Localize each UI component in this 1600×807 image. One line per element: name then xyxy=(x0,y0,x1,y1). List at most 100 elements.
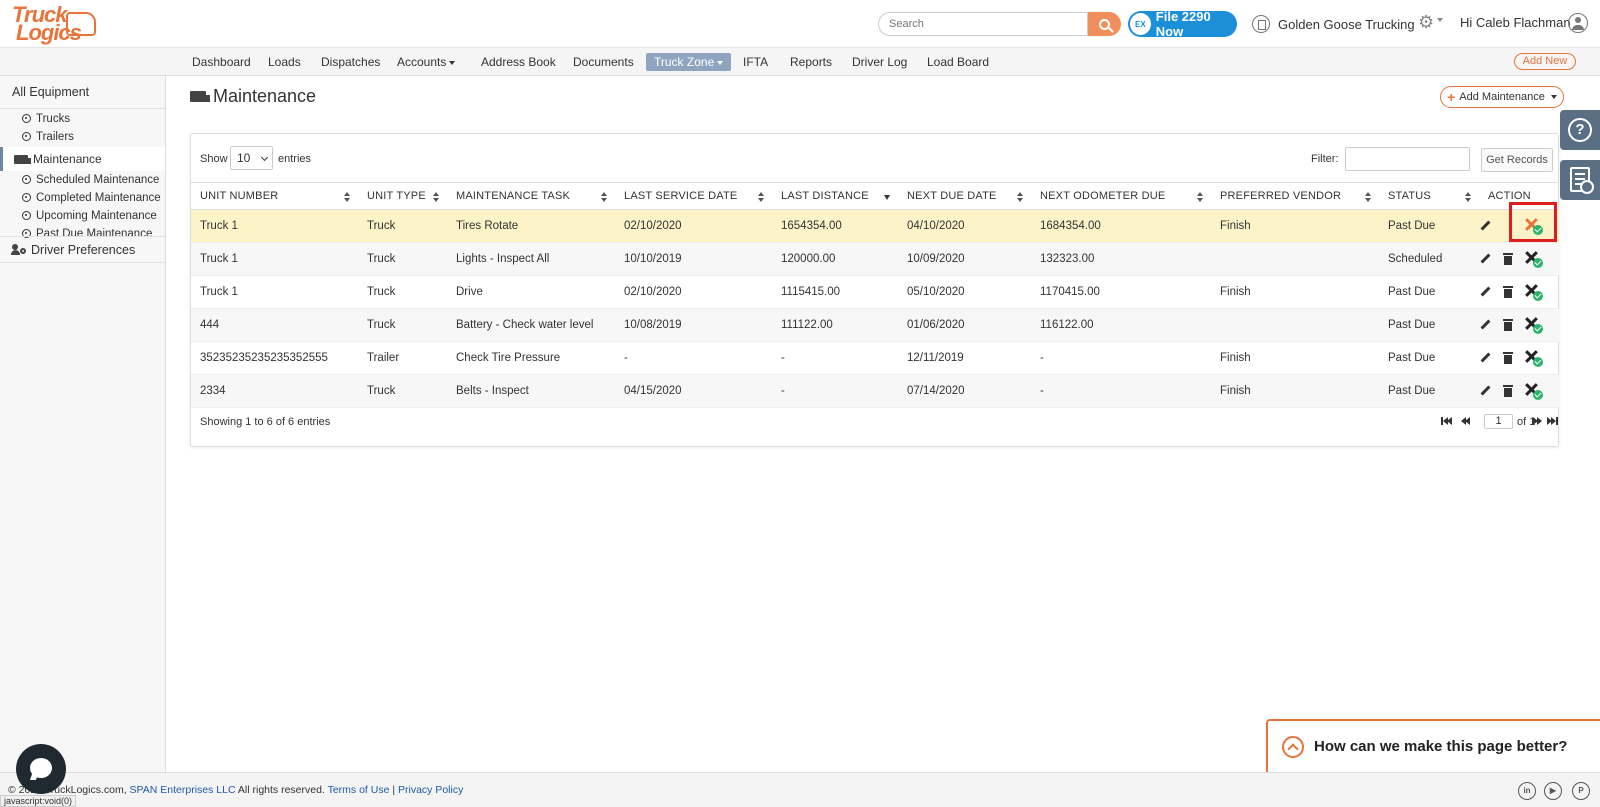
delete-icon[interactable] xyxy=(1503,253,1513,265)
add-maintenance-button[interactable]: + Add Maintenance xyxy=(1440,86,1564,108)
col-unit-number[interactable]: UNIT NUMBER xyxy=(191,182,358,210)
cell-preferred-vendor: Finish xyxy=(1211,374,1379,408)
nav-driver-log[interactable]: Driver Log xyxy=(844,53,915,71)
user-avatar-icon[interactable] xyxy=(1568,13,1588,33)
nav-load-board[interactable]: Load Board xyxy=(919,53,997,71)
truck-icon xyxy=(190,91,210,102)
span-enterprises-link[interactable]: SPAN Enterprises LLC xyxy=(130,784,236,796)
entries-value: 10 xyxy=(237,151,251,165)
col-status[interactable]: STATUS xyxy=(1379,182,1479,210)
sidebar-item-scheduled[interactable]: Scheduled Maintenance xyxy=(0,171,165,189)
col-maintenance-task[interactable]: MAINTENANCE TASK xyxy=(447,182,615,210)
history-button[interactable] xyxy=(1560,160,1600,200)
cell-last-distance: 1654354.00 xyxy=(772,209,898,243)
gear-icon[interactable]: ⚙ xyxy=(1418,12,1434,33)
delete-icon[interactable] xyxy=(1503,319,1513,331)
cell-last-service-date: 02/10/2020 xyxy=(615,209,772,243)
chevron-down-icon[interactable] xyxy=(1437,18,1443,22)
trucklogics-logo[interactable]: Truck Logics xyxy=(10,4,96,44)
chat-bubble-icon xyxy=(30,758,52,778)
delete-icon[interactable] xyxy=(1503,286,1513,298)
table-row: Truck 1 Truck Lights - Inspect All 10/10/20… xyxy=(191,242,1559,276)
sidebar-item-trucks[interactable]: Trucks xyxy=(0,110,165,128)
cell-next-odometer-due: 1170415.00 xyxy=(1031,275,1211,309)
question-icon: ? xyxy=(1568,118,1592,142)
last-page-button[interactable] xyxy=(1547,414,1559,428)
pinterest-icon[interactable]: P xyxy=(1572,782,1590,800)
cell-unit-number: Truck 1 xyxy=(191,242,358,276)
col-unit-type[interactable]: UNIT TYPE xyxy=(358,182,447,210)
nav-truck-zone[interactable]: Truck Zone xyxy=(646,53,732,71)
help-button[interactable]: ? xyxy=(1560,110,1600,150)
main-nav: Dashboard Loads Dispatches Accounts Addr… xyxy=(0,48,1600,76)
nav-documents[interactable]: Documents xyxy=(565,53,642,71)
nav-dispatches[interactable]: Dispatches xyxy=(313,53,388,71)
col-next-odometer-due[interactable]: NEXT ODOMETER DUE xyxy=(1031,182,1211,210)
next-page-button[interactable] xyxy=(1533,414,1543,428)
edit-icon[interactable] xyxy=(1479,220,1491,232)
nav-address-book[interactable]: Address Book xyxy=(473,53,564,71)
complete-maintenance-icon[interactable] xyxy=(1523,348,1543,368)
cell-actions xyxy=(1479,275,1559,309)
add-new-button[interactable]: Add New xyxy=(1514,53,1576,70)
terms-link[interactable]: Terms of Use xyxy=(328,784,390,796)
cell-unit-number: Truck 1 xyxy=(191,209,358,243)
get-records-button[interactable]: Get Records xyxy=(1481,148,1553,172)
footer-text: © 2020 TruckLogics.com, SPAN Enterprises… xyxy=(8,784,463,796)
table-row: Truck 1 Truck Tires Rotate 02/10/2020 165435… xyxy=(191,209,1559,243)
edit-icon[interactable] xyxy=(1479,286,1491,298)
col-last-service-date[interactable]: LAST SERVICE DATE xyxy=(615,182,772,210)
complete-maintenance-icon[interactable] xyxy=(1523,249,1543,269)
delete-icon[interactable] xyxy=(1503,352,1513,364)
cell-maintenance-task: Belts - Inspect xyxy=(447,374,615,408)
sidebar-item-label: Trucks xyxy=(36,113,71,125)
edit-icon[interactable] xyxy=(1479,385,1491,397)
sidebar-driver-preferences[interactable]: Driver Preferences xyxy=(0,236,165,263)
nav-reports[interactable]: Reports xyxy=(782,53,840,71)
cell-actions xyxy=(1479,341,1559,375)
filter-input[interactable] xyxy=(1345,147,1470,171)
nav-loads[interactable]: Loads xyxy=(260,53,309,71)
edit-icon[interactable] xyxy=(1479,253,1491,265)
entries-select[interactable]: 10 xyxy=(230,146,273,170)
first-page-button[interactable] xyxy=(1441,414,1453,428)
col-last-distance[interactable]: LAST DISTANCE xyxy=(772,182,898,210)
table-row: 444 Truck Battery - Check water level 10/08… xyxy=(191,308,1559,342)
edit-icon[interactable] xyxy=(1479,352,1491,364)
search-button[interactable] xyxy=(1088,12,1121,36)
cell-preferred-vendor: Finish xyxy=(1211,209,1379,243)
col-next-due-date[interactable]: NEXT DUE DATE xyxy=(898,182,1031,210)
search-box xyxy=(878,12,1121,36)
filter-label: Filter: xyxy=(1311,153,1339,165)
cell-preferred-vendor xyxy=(1211,242,1379,276)
company-switcher[interactable]: Golden Goose Trucking xyxy=(1252,14,1415,34)
sidebar-item-completed[interactable]: Completed Maintenance xyxy=(0,189,165,207)
chat-button[interactable] xyxy=(16,744,66,794)
sidebar-all-equipment[interactable]: All Equipment xyxy=(0,76,165,109)
edit-icon[interactable] xyxy=(1479,319,1491,331)
nav-accounts[interactable]: Accounts xyxy=(389,53,463,71)
sidebar-item-upcoming[interactable]: Upcoming Maintenance xyxy=(0,207,165,225)
sidebar-item-trailers[interactable]: Trailers xyxy=(0,128,165,146)
file-2290-button[interactable]: EX File 2290 Now xyxy=(1128,9,1237,39)
delete-icon[interactable] xyxy=(1503,385,1513,397)
nav-ifta[interactable]: IFTA xyxy=(735,53,776,71)
user-greeting[interactable]: Hi Caleb Flachman xyxy=(1460,15,1571,30)
linkedin-icon[interactable]: in xyxy=(1518,782,1536,800)
complete-maintenance-icon[interactable] xyxy=(1523,282,1543,302)
show-label: Show xyxy=(200,153,228,165)
youtube-icon[interactable]: ▶ xyxy=(1544,782,1562,800)
col-label: UNIT TYPE xyxy=(367,190,426,202)
col-preferred-vendor[interactable]: PREFERRED VENDOR xyxy=(1211,182,1379,210)
complete-maintenance-icon[interactable] xyxy=(1523,381,1543,401)
search-input[interactable] xyxy=(878,12,1088,36)
privacy-link[interactable]: Privacy Policy xyxy=(398,784,463,796)
complete-maintenance-icon[interactable] xyxy=(1523,315,1543,335)
nav-dashboard[interactable]: Dashboard xyxy=(184,53,259,71)
cell-last-service-date: 02/10/2020 xyxy=(615,275,772,309)
page-number-input[interactable]: 1 xyxy=(1484,414,1513,429)
feedback-widget[interactable]: How can we make this page better? xyxy=(1266,719,1600,772)
prev-page-button[interactable] xyxy=(1461,414,1473,428)
sidebar-item-maintenance[interactable]: Maintenance xyxy=(0,147,165,171)
cell-actions xyxy=(1479,242,1559,276)
